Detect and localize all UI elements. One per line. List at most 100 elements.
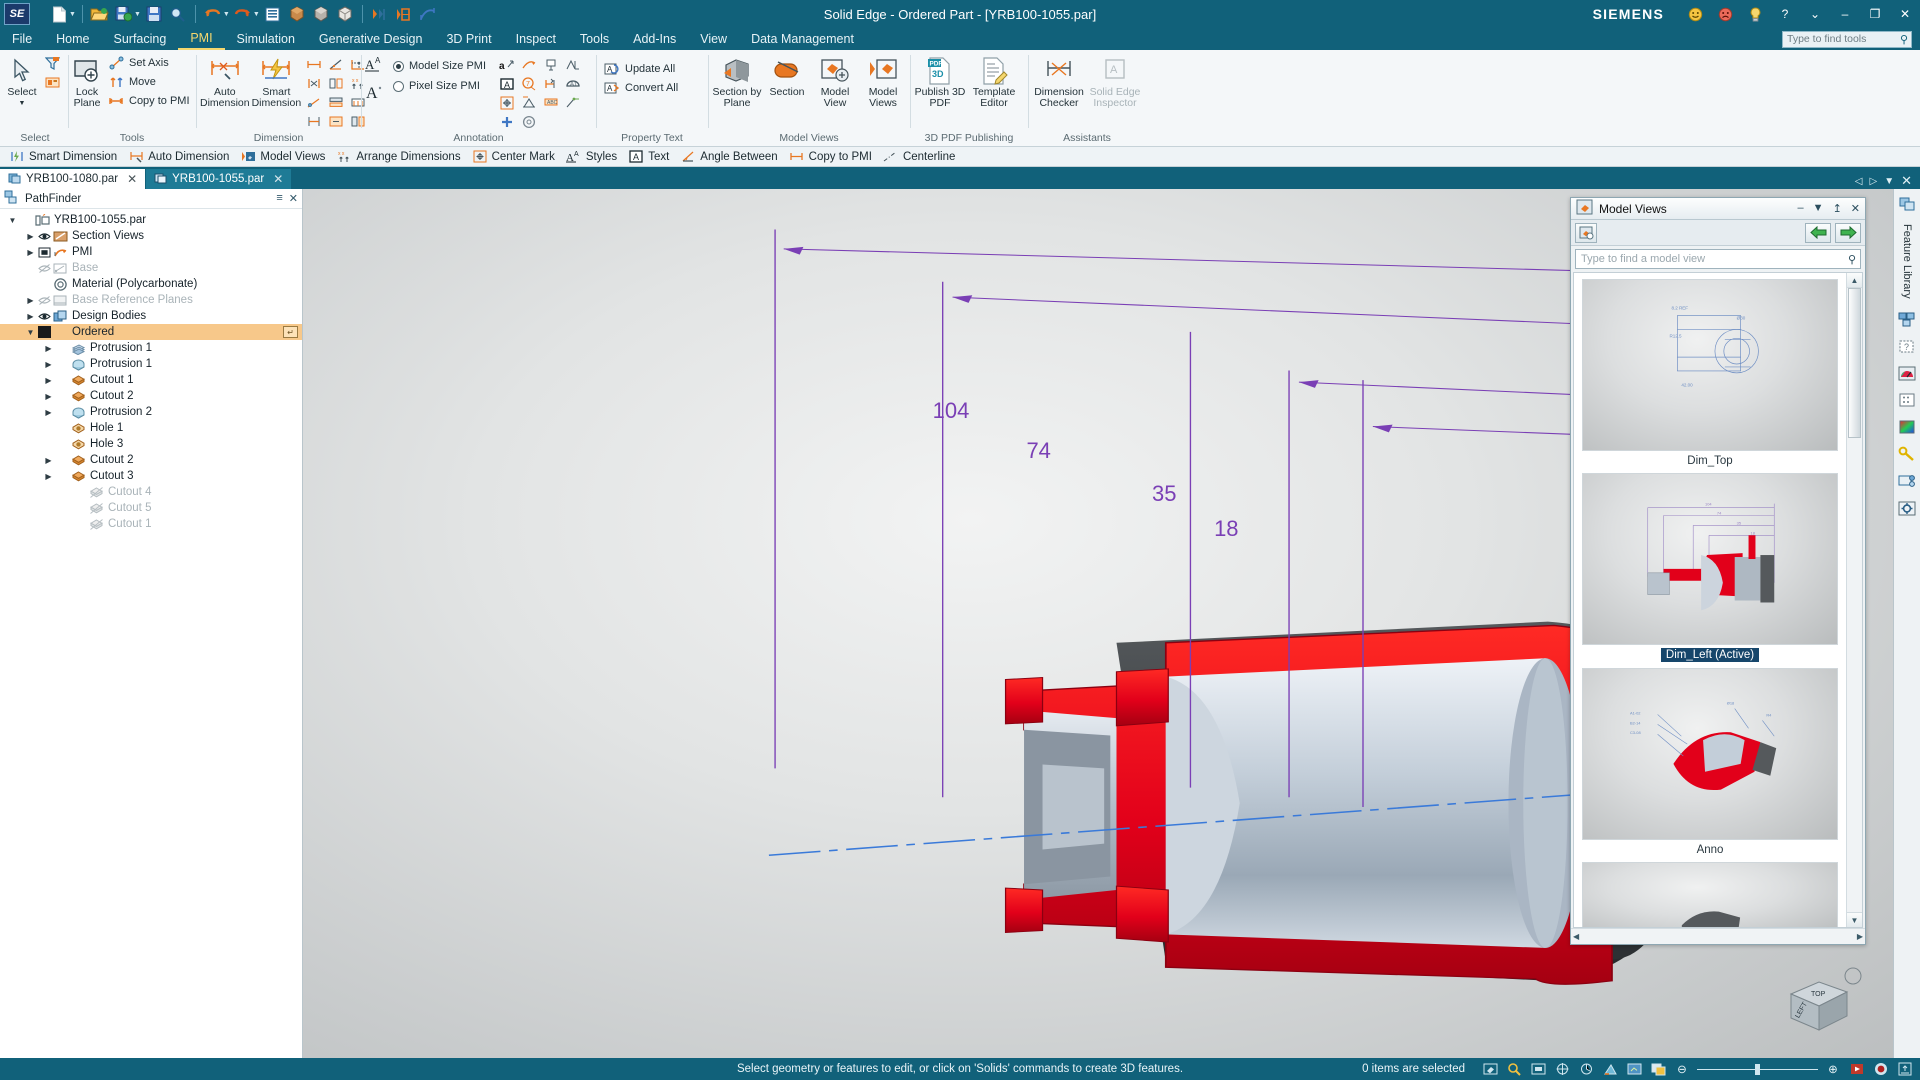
doc-tab-close-icon[interactable]: ✕ [273, 172, 283, 186]
cmd-auto-dimension[interactable]: Auto Dimension [123, 148, 233, 166]
datum-frame-icon[interactable] [540, 55, 562, 74]
set-axis-button[interactable]: Set Axis [104, 54, 193, 72]
save-as-icon[interactable] [113, 3, 135, 25]
text-style-icon[interactable]: AA [365, 56, 385, 76]
lightbulb-icon[interactable] [1740, 0, 1770, 28]
model-view-search-input[interactable]: Type to find a model view ⚲ [1575, 249, 1861, 269]
tab-tools[interactable]: Tools [568, 28, 621, 50]
tree-item-protrusion-1[interactable]: Protrusion 1 [0, 356, 302, 372]
dimension-value-74[interactable]: 74 [1026, 438, 1050, 464]
tab-generative-design[interactable]: Generative Design [307, 28, 435, 50]
zoom-in-icon[interactable]: ⊕ [1824, 1061, 1842, 1077]
zoom-area-icon[interactable] [1505, 1061, 1523, 1077]
tab-file[interactable]: File [0, 28, 44, 50]
edge-condition-icon[interactable] [518, 93, 540, 112]
dimension-value-104[interactable]: 104 [933, 398, 970, 424]
cmd-centerline[interactable]: Centerline [878, 148, 959, 166]
tab-data-management[interactable]: Data Management [739, 28, 866, 50]
section-by-plane-button[interactable]: Section by Plane [712, 52, 762, 109]
variables-icon[interactable] [1897, 390, 1918, 411]
tree-expand-right-icon[interactable] [42, 376, 55, 385]
model-view-prev-button[interactable] [1805, 222, 1831, 243]
zoom-slider[interactable] [1697, 1063, 1818, 1075]
tree-expand-right-icon[interactable] [42, 344, 55, 353]
model-view-item-dim-left[interactable]: 104 74 35 18 Dim_Left (Active) [1582, 473, 1838, 662]
auto-dimension-button[interactable]: Auto Dimension [200, 52, 250, 109]
callout-icon[interactable]: ABC [540, 93, 562, 112]
look-at-icon[interactable] [1601, 1061, 1619, 1077]
doc-tab-yrb100-1055[interactable]: YRB100-1055.par ✕ [146, 169, 292, 189]
close-button[interactable]: ✕ [1890, 0, 1920, 28]
new-document-icon[interactable] [48, 3, 70, 25]
tree-expand-right-icon[interactable] [24, 296, 37, 305]
zoom-area-icon[interactable] [167, 3, 189, 25]
cmd-text[interactable]: A Text [623, 148, 673, 166]
tree-item-material-polycarbonate[interactable]: Material (Polycarbonate) [0, 276, 302, 292]
tree-item-hole-1[interactable]: Hole 1 [0, 420, 302, 436]
panel-dropdown-icon[interactable]: ▼ [1813, 202, 1824, 215]
tree-item-protrusion-1[interactable]: Protrusion 1 [0, 340, 302, 356]
tree-visibility-hidden-icon[interactable] [37, 295, 52, 306]
tree-item-ordered[interactable]: Ordered ↵ [0, 324, 302, 340]
dimension-spacing-icon[interactable] [303, 112, 325, 131]
maximize-icon[interactable] [1896, 1061, 1914, 1077]
leader-icon[interactable]: a [496, 55, 518, 74]
pixel-size-pmi-radio[interactable]: Pixel Size PMI [393, 76, 486, 96]
doc-tab-close-all-icon[interactable]: ✕ [1901, 173, 1912, 189]
tree-expand-right-icon[interactable] [42, 472, 55, 481]
datum-target-icon[interactable] [540, 74, 562, 93]
template-editor-button[interactable]: Template Editor [968, 52, 1020, 109]
ribbon-collapse-chevron-icon[interactable]: ⌄ [1800, 0, 1830, 28]
tab-inspect[interactable]: Inspect [504, 28, 568, 50]
visible-edges-view-icon[interactable] [334, 3, 356, 25]
feature-control-frame-icon[interactable] [518, 55, 540, 74]
edge-vertex-icon[interactable] [562, 93, 584, 112]
3d-viewport[interactable]: 104 74 35 18 TOP LEFT Model Views – ▼ ↥ … [303, 189, 1893, 1058]
sensors-icon[interactable] [1897, 363, 1918, 384]
view-overrides-icon[interactable] [1649, 1061, 1667, 1077]
pan-icon[interactable] [1553, 1061, 1571, 1077]
tree-item-cutout-1[interactable]: Cutout 1 [0, 372, 302, 388]
move-button[interactable]: Move [104, 73, 193, 91]
dimension-value-35[interactable]: 35 [1152, 481, 1176, 507]
record-icon[interactable] [1872, 1061, 1890, 1077]
distance-between-icon[interactable] [303, 55, 325, 74]
tree-expand-right-icon[interactable] [24, 232, 37, 241]
app-logo[interactable]: SE [4, 3, 30, 25]
angle-between-icon[interactable] [325, 55, 347, 74]
color-manager-icon[interactable] [1897, 417, 1918, 438]
shaded-edges-view-icon[interactable] [310, 3, 332, 25]
play-icon[interactable] [1848, 1061, 1866, 1077]
solid-edge-inspector-button[interactable]: A Solid Edge Inspector [1088, 52, 1142, 109]
cmd-arrange-dimensions[interactable]: x x Arrange Dimensions [331, 148, 464, 166]
select-chevron-down-icon[interactable]: ▼ [19, 98, 26, 109]
cmd-model-views[interactable]: Model Views [235, 148, 329, 166]
tree-item-cutout-3[interactable]: Cutout 3 [0, 468, 302, 484]
surface-texture-icon[interactable]: A1 [562, 74, 584, 93]
cmd-copy-to-pmi[interactable]: Copy to PMI [784, 148, 876, 166]
retrieve-dimensions-icon[interactable] [325, 112, 347, 131]
doc-tab-yrb100-1080[interactable]: YRB100-1080.par ✕ [0, 169, 146, 189]
update-all-button[interactable]: A Update All [600, 60, 681, 78]
tree-visibility-visible-icon[interactable] [37, 231, 52, 242]
tree-item-cutout-2[interactable]: Cutout 2 [0, 452, 302, 468]
tree-visibility-partial-icon[interactable] [37, 247, 52, 258]
restore-button[interactable]: ❐ [1860, 0, 1890, 28]
save-icon[interactable] [143, 3, 165, 25]
measure-icon[interactable] [417, 3, 439, 25]
tree-visibility-visible-icon[interactable] [37, 311, 52, 322]
doc-tab-close-icon[interactable]: ✕ [127, 172, 137, 186]
tree-item-base-reference-planes[interactable]: Base Reference Planes [0, 292, 302, 308]
view-orientation-triad[interactable]: TOP LEFT [1775, 960, 1865, 1038]
cmd-center-mark[interactable]: Center Mark [467, 148, 559, 166]
weld-symbol-icon[interactable] [562, 55, 584, 74]
model-view-item-partial[interactable] [1582, 862, 1838, 927]
fit-icon[interactable] [1529, 1061, 1547, 1077]
physical-properties-icon[interactable] [1897, 444, 1918, 465]
tab-add-ins[interactable]: Add-Ins [621, 28, 688, 50]
rotate-icon[interactable] [1577, 1061, 1595, 1077]
section-button[interactable]: Section [764, 52, 810, 98]
symmetric-diameter-icon[interactable] [303, 74, 325, 93]
redo-chevron-icon[interactable]: ▼ [253, 11, 260, 18]
cmd-smart-dimension[interactable]: Smart Dimension [4, 148, 121, 166]
